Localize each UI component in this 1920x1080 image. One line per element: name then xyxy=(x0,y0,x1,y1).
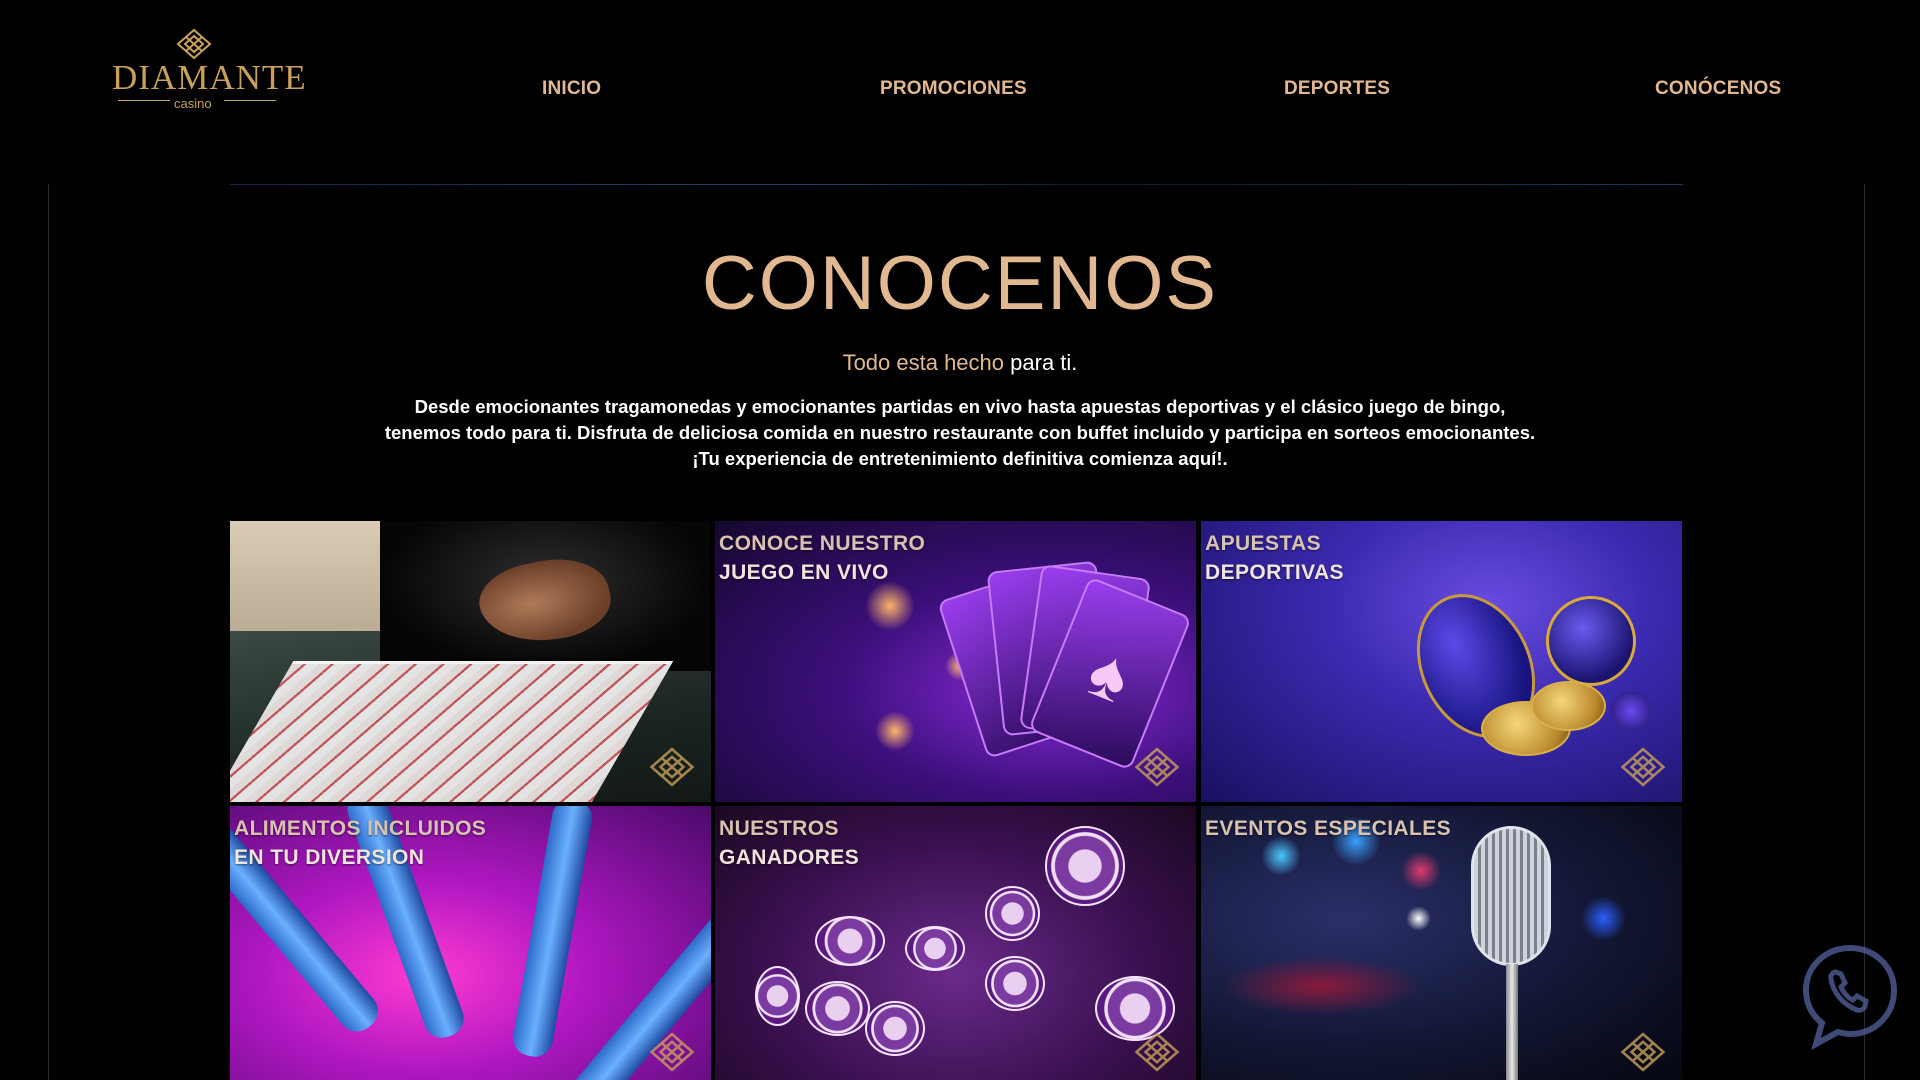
bokeh-light xyxy=(1401,851,1441,891)
section-title: CONOCENOS xyxy=(701,241,1219,326)
tile-title: EVENTOS ESPECIALES xyxy=(1205,814,1451,843)
diamond-logo-icon xyxy=(1620,747,1666,787)
subtitle-rest: para ti. xyxy=(1010,350,1078,375)
tile-title-line1: ALIMENTOS INCLUIDOS xyxy=(234,817,487,840)
tile-title-line2: GANADORES xyxy=(719,846,860,869)
tile-title-line2: EN TU DIVERSION xyxy=(234,846,425,869)
tile-title-line1: APUESTAS xyxy=(1205,532,1321,555)
casino-chip xyxy=(755,966,800,1026)
section-description: Desde emocionantes tragamonedas y emocio… xyxy=(384,396,1536,469)
casino-chip xyxy=(905,926,965,971)
diamond-logo-icon xyxy=(649,1032,695,1072)
bokeh-light xyxy=(1221,956,1421,1016)
diamond-logo-icon xyxy=(649,747,695,787)
subtitle-highlight: Todo esta hecho xyxy=(842,350,1005,375)
bokeh-light xyxy=(865,581,915,631)
bokeh-light xyxy=(875,711,915,751)
tile-sports-betting[interactable]: APUESTAS DEPORTIVAS xyxy=(1201,521,1682,802)
tile-title-line1: EVENTOS ESPECIALES xyxy=(1205,817,1452,840)
diamond-logo-icon xyxy=(1134,747,1180,787)
nav-item-deportes[interactable]: DEPORTES xyxy=(1284,78,1390,100)
bokeh-light xyxy=(1581,896,1626,941)
casino-chip xyxy=(815,916,885,966)
main-nav: INICIO PROMOCIONES DEPORTES CONÓCENOS xyxy=(0,78,1920,104)
bokeh-light xyxy=(1406,906,1431,931)
tile-title: NUESTROS GANADORES xyxy=(719,814,859,872)
site-header: DIAMANTE casino INICIO PROMOCIONES DEPOR… xyxy=(0,0,1920,184)
tile-title-line1: NUESTROS xyxy=(719,817,839,840)
tile-dealer[interactable] xyxy=(230,521,711,802)
phone-chat-button[interactable] xyxy=(1800,940,1900,1051)
casino-chip xyxy=(985,886,1040,941)
tile-special-events[interactable]: EVENTOS ESPECIALES xyxy=(1201,806,1682,1080)
diamond-logo-icon xyxy=(176,28,212,60)
phone-chat-icon xyxy=(1802,944,1898,1051)
tile-title: ALIMENTOS INCLUIDOS EN TU DIVERSION xyxy=(234,814,486,872)
casino-chip xyxy=(865,1001,925,1056)
microphone-head xyxy=(1471,826,1551,966)
casino-chip xyxy=(985,956,1045,1011)
tile-title-line2: JUEGO EN VIVO xyxy=(719,561,889,584)
tile-title-line2: DEPORTIVAS xyxy=(1205,561,1344,584)
nav-item-promociones[interactable]: PROMOCIONES xyxy=(880,78,1027,100)
microphone-stand xyxy=(1506,964,1518,1080)
nav-item-inicio[interactable]: INICIO xyxy=(542,78,601,100)
gold-coin xyxy=(1531,681,1606,731)
casino-chip xyxy=(805,981,870,1036)
small-ball xyxy=(1611,691,1651,731)
diamond-logo-icon xyxy=(1134,1032,1180,1072)
tile-winners[interactable]: NUESTROS GANADORES xyxy=(715,806,1196,1080)
tile-live-game[interactable]: ♠ CONOCE NUESTRO JUEGO EN VIVO xyxy=(715,521,1196,802)
section-subtitle: Todo esta hecho para ti. xyxy=(0,350,1920,376)
tile-title-line1: CONOCE NUESTRO xyxy=(719,532,926,555)
casino-chip xyxy=(1045,826,1125,906)
tile-title: CONOCE NUESTRO JUEGO EN VIVO xyxy=(719,529,925,587)
diamond-logo-icon xyxy=(1620,1032,1666,1072)
tile-title: APUESTAS DEPORTIVAS xyxy=(1205,529,1344,587)
fork-image xyxy=(510,806,595,1060)
soccer-ball xyxy=(1546,596,1636,686)
nav-item-conocenos[interactable]: CONÓCENOS xyxy=(1655,78,1781,100)
tile-food[interactable]: ALIMENTOS INCLUIDOS EN TU DIVERSION xyxy=(230,806,711,1080)
